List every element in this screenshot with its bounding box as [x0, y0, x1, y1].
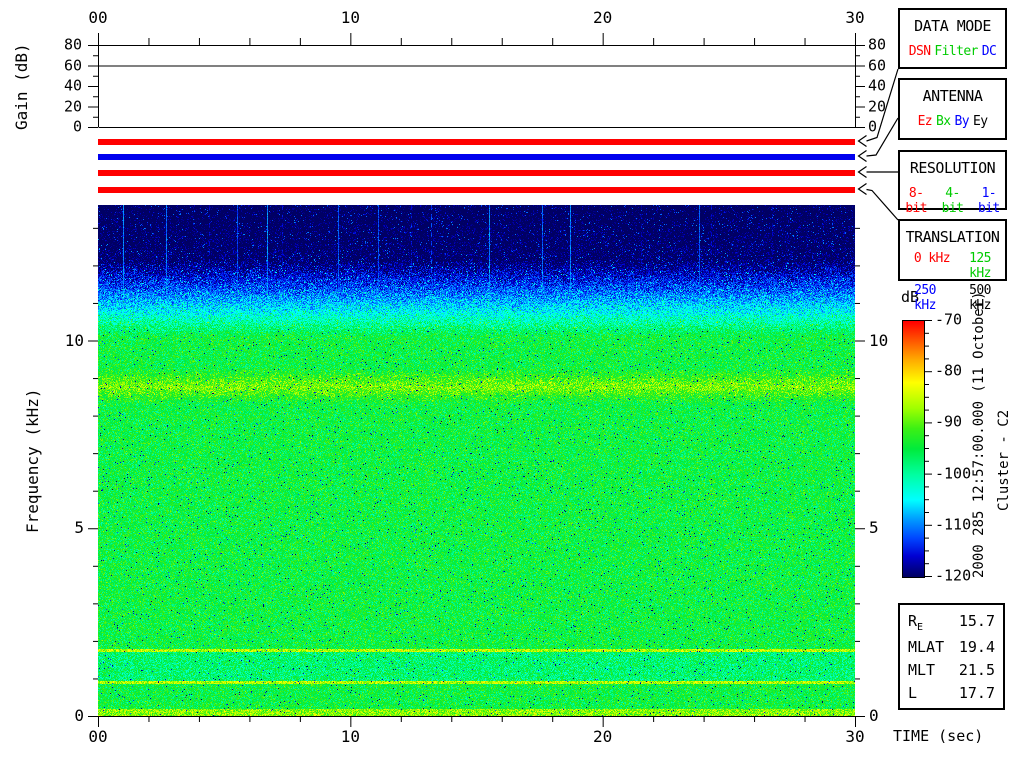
ephemeris-info-box: RE 15.7 MLAT 19.4 MLT 21.5 L 17.7: [898, 603, 1005, 710]
status-bar-data-mode: [98, 139, 855, 145]
freq-tick-label-right: 10: [869, 330, 889, 350]
panel-title: DATA MODE: [914, 17, 991, 35]
gain-tick-label-right: 80: [868, 35, 887, 54]
freq-tick-label-right: 5: [869, 518, 879, 538]
info-row-mlt: MLT 21.5: [908, 661, 995, 679]
option-ey: Ey: [972, 114, 988, 129]
gain-tick-label-left: 60: [63, 56, 82, 74]
info-row-mlat: MLAT 19.4: [908, 638, 995, 656]
option-125-khz: 125 kHz: [969, 251, 991, 281]
info-label: MLT: [908, 660, 936, 679]
pointer-arrowhead: [857, 150, 867, 162]
info-row-r: RE 15.7: [908, 612, 995, 633]
option-0-khz: 0 kHz: [913, 251, 951, 266]
colorbar-tick-label: -80: [935, 361, 963, 380]
colorbar-tick-label: -70: [935, 310, 963, 329]
option-ez: Ez: [917, 114, 933, 129]
spectrogram-display: Gain (dB) Frequency (kHz) dB 2000 285 12…: [0, 0, 1024, 768]
option-bx: Bx: [936, 114, 951, 129]
time-tick-label-top: 20: [593, 8, 613, 27]
gain-tick-label-right: 20: [868, 97, 887, 115]
time-tick-label-bottom: 00: [88, 727, 108, 746]
gain-tick-label-right: 60: [868, 56, 887, 74]
option-500-khz: 500 kHz: [969, 283, 991, 313]
option-250-khz: 250 kHz: [914, 283, 936, 313]
colorbar-tick-label: -90: [935, 412, 963, 431]
panel-antenna: ANTENNA Ez Bx By Ey: [898, 78, 1007, 140]
panel-options: DSN Filter DC: [900, 44, 1005, 59]
status-bar-resolution: [98, 170, 855, 176]
option-filter: Filter: [934, 44, 978, 59]
status-bar-translation: [98, 187, 855, 193]
pointer-arrowhead: [857, 183, 867, 195]
gain-axis-label: Gain (dB): [12, 43, 31, 130]
option-4-bit: 4-bit: [941, 186, 964, 216]
time-tick-label-bottom: 20: [593, 727, 613, 746]
panel-options: 0 kHz 125 kHz 250 kHz 500 kHz: [900, 251, 1005, 313]
time-tick-label-bottom: 30: [845, 727, 865, 746]
time-tick-label-top: 00: [88, 8, 108, 27]
info-value: 15.7: [958, 611, 995, 630]
spacecraft-annotation: Cluster - C2: [996, 409, 1012, 511]
panel-title: TRANSLATION: [905, 228, 1000, 246]
panel-data-mode: DATA MODE DSN Filter DC: [898, 8, 1007, 69]
freq-tick-label-left: 5: [74, 518, 84, 538]
pointer-arrowhead: [857, 166, 867, 178]
gain-tick-label-left: 40: [63, 76, 82, 95]
gain-tick-label-left: 0: [72, 117, 82, 136]
panel-options: Ez Bx By Ey: [900, 114, 1005, 129]
gain-tick-label-right: 0: [868, 117, 878, 136]
gain-tick-label-left: 80: [63, 35, 82, 54]
time-axis-label: TIME (sec): [893, 727, 984, 745]
info-value: 19.4: [958, 637, 995, 656]
colorbar-tick-label: -100: [935, 464, 972, 483]
spectrogram-heatmap: [98, 205, 855, 716]
freq-tick-label-left: 10: [64, 330, 84, 350]
datetime-annotation: 2000 285 12:57:00.000 (11 October): [971, 291, 987, 578]
freq-tick-label-left: 0: [74, 706, 84, 725]
freq-tick-label-right: 0: [869, 706, 879, 725]
info-value: 21.5: [958, 660, 995, 679]
pointer-arrowhead: [857, 135, 867, 147]
panel-title: RESOLUTION: [909, 159, 996, 177]
option-8-bit: 8-bit: [905, 186, 927, 216]
info-label: MLAT: [908, 637, 945, 656]
info-label: RE: [908, 611, 924, 633]
option-dsn: DSN: [908, 44, 931, 59]
colorbar-gradient: [902, 320, 925, 578]
gain-tick-label-right: 40: [868, 76, 887, 95]
time-tick-label-bottom: 10: [340, 727, 360, 746]
info-value: 17.7: [958, 683, 995, 702]
panel-title: ANTENNA: [922, 87, 983, 105]
frequency-axis-label: Frequency (kHz): [23, 388, 42, 534]
time-tick-label-top: 10: [340, 8, 360, 27]
option-dc: DC: [981, 44, 997, 59]
panel-options: 8-bit 4-bit 1-bit: [900, 186, 1005, 216]
info-row-l: L 17.7: [908, 684, 995, 702]
status-bar-antenna: [98, 154, 855, 160]
option-by: By: [954, 114, 970, 129]
pointer-line-translation: [866, 188, 899, 221]
gain-tick-label-left: 20: [63, 97, 82, 115]
colorbar-tick-label: -120: [935, 566, 972, 585]
option-1-bit: 1-bit: [977, 186, 1000, 216]
colorbar-tick-label: -110: [935, 515, 972, 534]
info-label: L: [908, 683, 918, 702]
panel-resolution: RESOLUTION 8-bit 4-bit 1-bit: [898, 150, 1007, 216]
time-tick-label-top: 30: [845, 8, 865, 27]
panel-translation: TRANSLATION 0 kHz 125 kHz 250 kHz 500 kHz: [898, 219, 1007, 313]
